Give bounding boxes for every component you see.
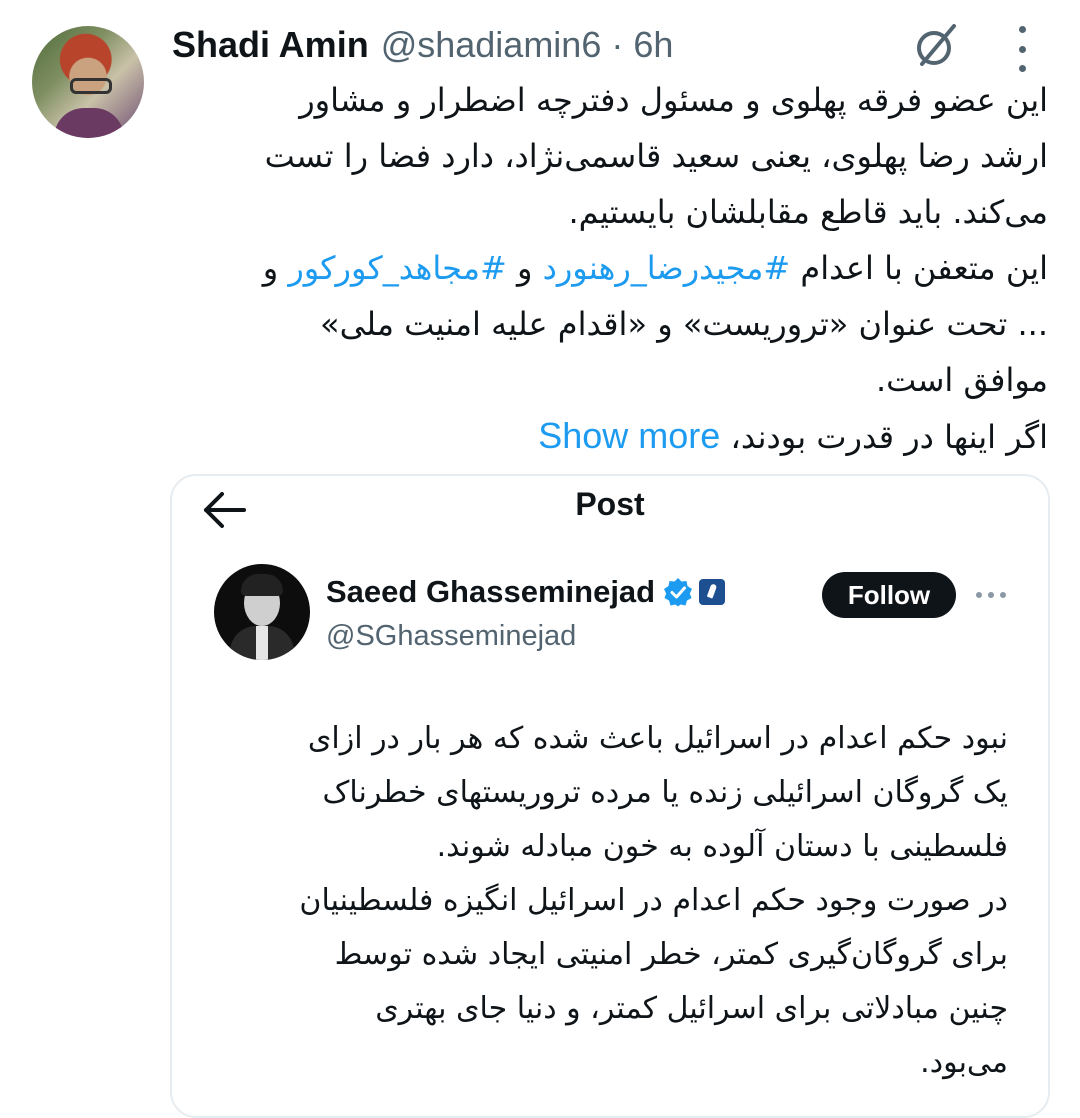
dot — [988, 592, 994, 598]
quote-line-6: چنین مبادلاتی برای اسرائیل کمتر، و دنیا … — [375, 991, 1008, 1026]
tweet-line-7-text: اگر اینها در قدرت بودند، — [720, 418, 1048, 456]
quote-line-1: نبود حکم اعدام در اسرائیل باعث شده که هر… — [307, 721, 1008, 756]
dot — [1018, 26, 1026, 33]
avatar-shirt — [256, 626, 268, 660]
tweet-line-4-part2: و — [506, 249, 543, 287]
quote-line-5: برای گروگان‌گیری کمتر، خطر امنیتی ایجاد … — [334, 937, 1008, 972]
avatar-body — [54, 108, 124, 138]
tweet-line-5: ... تحت عنوان «تروریست» و «اقدام علیه ام… — [319, 305, 1048, 343]
more-horizontal-icon[interactable] — [976, 592, 1006, 600]
dot — [976, 592, 982, 598]
tweet-line-4-part1: این متعفن با اعدام — [790, 249, 1048, 287]
author-name[interactable]: Shadi Amin — [172, 24, 369, 66]
dot — [1000, 592, 1006, 598]
tweet-line-4-part3: و — [262, 249, 289, 287]
author-avatar[interactable] — [32, 26, 144, 138]
quoted-author-avatar[interactable] — [214, 564, 310, 660]
verified-badge-icon[interactable] — [663, 577, 693, 607]
follow-button[interactable]: Follow — [822, 572, 956, 618]
tweet-text: این عضو فرقه پهلوی و مسئول دفترچه اضطرار… — [172, 72, 1048, 465]
tweet-line-6: موافق است. — [875, 361, 1048, 399]
quoted-post-text: نبود حکم اعدام در اسرائیل باعث شده که هر… — [232, 712, 1008, 1090]
affiliate-badge-icon[interactable] — [699, 579, 726, 605]
dot — [1018, 45, 1026, 53]
quote-line-3: فلسطینی با دستان آلوده به خون مبادله شون… — [436, 829, 1008, 864]
quoted-author-name[interactable]: Saeed Ghasseminejad — [326, 574, 655, 610]
tweet-line-4: این متعفن با اعدام #مجیدرضا_رهنورد و #مج… — [172, 240, 1048, 296]
grok-icon[interactable] — [910, 22, 962, 70]
tweet-line-2: ارشد رضا پهلوی، یعنی سعید قاسمی‌نژاد، دا… — [264, 137, 1048, 175]
more-vertical-icon[interactable] — [1012, 26, 1032, 72]
quote-line-7: می‌بود. — [920, 1045, 1008, 1080]
quote-line-4: در صورت وجود حکم اعدام در اسرائیل انگیزه… — [299, 883, 1008, 918]
avatar-glasses — [70, 78, 112, 94]
hashtag-link-2[interactable]: #مجاهد_کورکور — [288, 249, 506, 287]
quoted-author-row: Saeed Ghasseminejad — [326, 574, 726, 610]
tweet-line-7: اگر اینها در قدرت بودند، Show more — [172, 408, 1048, 465]
tweet-line-3: می‌کند. باید قاطع مقابلشان بایستیم. — [568, 193, 1048, 231]
quote-line-2: یک گروگان اسرائیلی زنده یا مرده تروریسته… — [322, 775, 1008, 810]
show-more-link[interactable]: Show more — [538, 415, 720, 456]
author-row: Shadi Amin @shadiamin6 · 6h — [172, 24, 673, 68]
tweet-line-1: این عضو فرقه پهلوی و مسئول دفترچه اضطرار… — [299, 81, 1048, 119]
quoted-post-card[interactable]: Post Saeed Ghasseminejad @SGhasseminejad… — [170, 474, 1050, 1118]
author-handle[interactable]: @shadiamin6 — [381, 24, 602, 66]
tweet-time[interactable]: 6h — [633, 24, 673, 66]
separator-dot: · — [611, 24, 624, 65]
quoted-author-handle[interactable]: @SGhasseminejad — [326, 620, 576, 653]
hashtag-link-1[interactable]: #مجیدرضا_رهنورد — [543, 249, 791, 287]
dot — [1018, 65, 1026, 72]
post-header-title: Post — [575, 486, 645, 522]
avatar-hair — [241, 574, 283, 596]
